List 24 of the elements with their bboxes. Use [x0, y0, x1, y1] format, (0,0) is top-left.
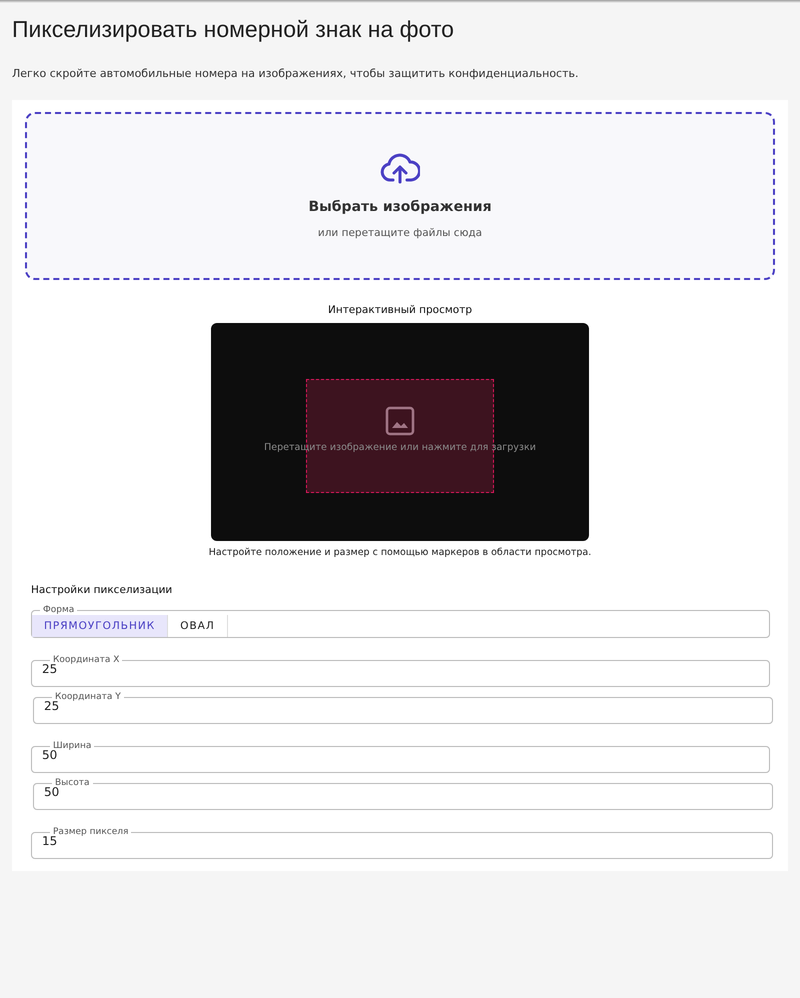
settings-title: Настройки пикселизации: [31, 584, 172, 596]
number-field[interactable]: Высота 50: [33, 779, 773, 810]
shape-option[interactable]: ПРЯМОУГОЛЬНИК: [32, 614, 168, 637]
choose-images-button[interactable]: Выбрать изображения: [304, 197, 496, 218]
field-label: Координата Y: [55, 692, 122, 702]
field-label: Координата X: [53, 656, 120, 665]
preview-placeholder: Перетащите изображение или нажмите для загрузки: [264, 442, 536, 453]
field-value[interactable]: 50: [44, 785, 762, 799]
field-label: Высота: [55, 779, 90, 788]
number-field[interactable]: Размер пикселя 15: [31, 828, 773, 860]
dropzone-hint: или перетащите файлы сюда: [318, 227, 482, 240]
page-title: Пикселизировать номерной знак на фото: [12, 15, 454, 44]
preview-canvas[interactable]: Перетащите изображение или нажмите для загрузки: [211, 323, 589, 541]
field-label: Форма: [42, 606, 76, 615]
preview-title: Интерактивный просмотр: [328, 304, 472, 316]
number-field[interactable]: Координата Y 25: [33, 692, 773, 724]
number-field[interactable]: Ширина 50: [31, 742, 770, 773]
upload-dropzone[interactable]: Выбрать изображения или перетащите файлы сюда: [25, 112, 775, 280]
preview-caption: Настройте положение и размер с помощью маркеров в области просмотра.: [208, 546, 592, 558]
image-icon: [385, 406, 415, 436]
field-label: Ширина: [53, 742, 92, 751]
page-subtitle: Легко скройте автомобильные номера на изображениях, чтобы защитить конфиденциальность.: [12, 67, 578, 80]
number-field[interactable]: Координата X 25: [31, 656, 770, 687]
cloud-upload-icon: [380, 153, 420, 186]
